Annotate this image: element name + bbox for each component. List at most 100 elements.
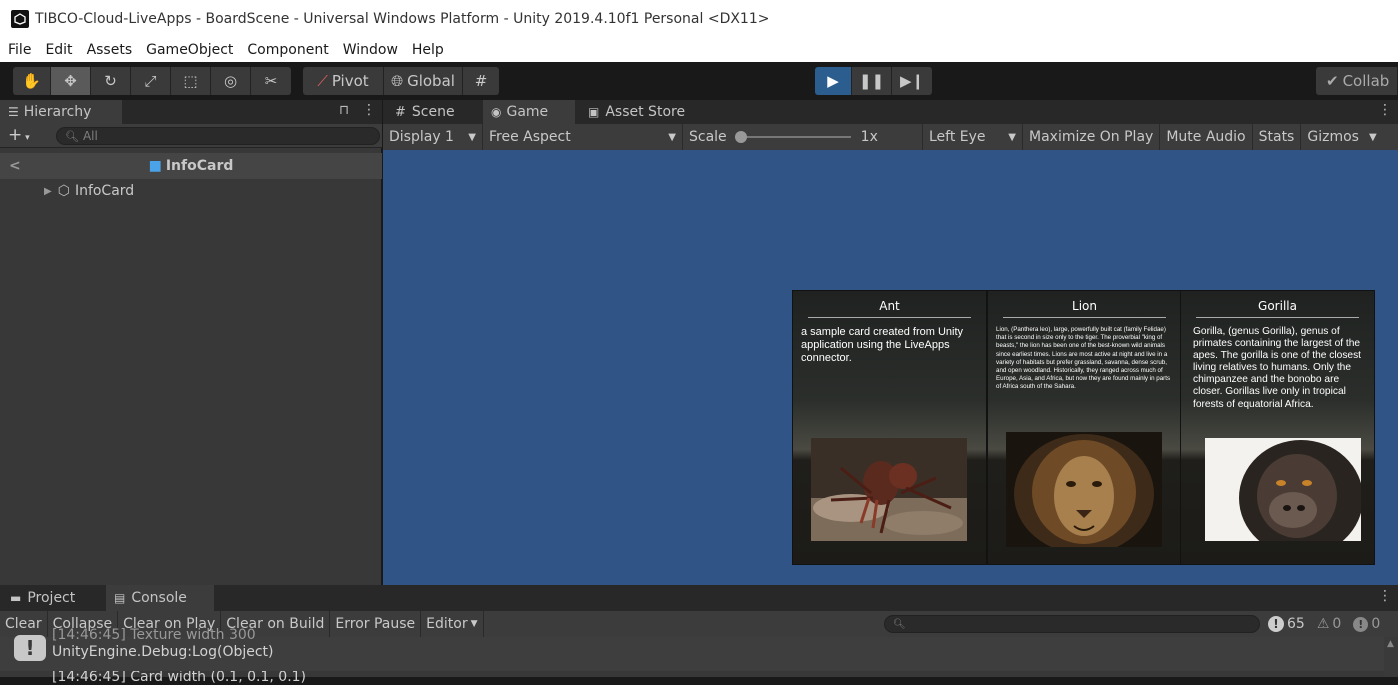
check-icon: ✔ [1326,72,1339,90]
display-dropdown[interactable]: Display 1 ▼ [383,124,483,150]
scale-tool-button[interactable]: ⤢ [131,67,171,95]
maximize-on-play-toggle[interactable]: Maximize On Play [1023,124,1161,150]
gizmos-toggle[interactable]: Gizmos [1301,124,1365,150]
card-description: Gorilla, (genus Gorilla), genus of prima… [1193,326,1362,410]
log-stacktrace: UnityEngine.Debug:Log(Object) [52,644,274,660]
grid-icon: # [474,72,488,90]
step-icon: ▶❙ [899,72,925,90]
pivot-icon: ⟋ [317,72,328,90]
create-dropdown[interactable]: + ▾ [8,125,30,145]
title-bar: TIBCO-Cloud-LiveApps - BoardScene - Univ… [0,0,1398,38]
menu-edit[interactable]: Edit [45,42,72,58]
hierarchy-item-infocard[interactable]: ▶ ⬡ InfoCard [44,180,134,202]
menu-gameobject[interactable]: GameObject [146,42,233,58]
collab-group: ✔ Collab [1316,67,1398,95]
log-counts: ! 65 ⚠ 0 ! 0 [1268,611,1380,637]
rotate-tool-button[interactable]: ↻ [91,67,131,95]
pause-button[interactable]: ❚❚ [852,67,892,95]
scale-slider[interactable] [734,131,851,143]
dropdown-arrow-icon: ▼ [468,131,476,143]
menu-help[interactable]: Help [412,42,444,58]
global-button[interactable]: 🌐︎ Global [384,67,463,95]
menu-file[interactable]: File [8,42,31,58]
error-pause-button[interactable]: Error Pause [330,611,422,637]
asset-store-tab-label: Asset Store [605,104,686,120]
error-count: 0 [1371,616,1381,632]
clear-label: Clear [5,616,42,632]
hierarchy-tabbar: ☰ Hierarchy ⊓ ⋮ [0,100,382,124]
mute-audio-toggle[interactable]: Mute Audio [1160,124,1253,150]
stats-toggle[interactable]: Stats [1253,124,1302,150]
game-viewport[interactable]: Ant a sample card created from Unity app… [383,150,1398,585]
console-log-row[interactable]: [14:46:45] Card width (0.1, 0.1, 0.1) [0,671,1384,685]
error-pause-label: Error Pause [335,616,416,632]
warning-icon: ⚠ [1316,616,1330,632]
tab-asset-store[interactable]: ▣ Asset Store [580,100,700,124]
menu-component[interactable]: Component [247,42,328,58]
move-tool-button[interactable]: ✥ [51,67,91,95]
panel-menu-icon[interactable]: ⋮ [1378,588,1392,604]
ant-image [811,438,967,541]
error-log-toggle[interactable]: ! 0 [1353,616,1380,632]
tab-hierarchy[interactable]: ☰ Hierarchy [0,100,122,124]
move-icon: ✥ [64,72,77,90]
gorilla-image [1205,438,1363,556]
menu-window[interactable]: Window [343,42,398,58]
transform-tool-button[interactable]: ◎ [211,67,251,95]
play-icon: ▶ [827,72,839,90]
transform-icon: ◎ [223,72,238,90]
card-description: a sample card created from Unity applica… [801,326,964,364]
dropdown-arrow-icon: ▼ [470,619,478,629]
aspect-dropdown[interactable]: Free Aspect ▼ [483,124,683,150]
game-panel: # Scene ◉ Game ▣ Asset Store ⋮ Display 1… [383,100,1398,585]
panel-menu-icon[interactable]: ⋮ [362,102,376,118]
scene-header: < ■ InfoCard [0,153,382,179]
step-button[interactable]: ▶❙ [892,67,932,95]
window-title: TIBCO-Cloud-LiveApps - BoardScene - Univ… [35,11,770,27]
info-icon: ! [1268,616,1284,632]
hierarchy-search-input[interactable]: 🔍︎ All [56,127,380,145]
hand-tool-button[interactable]: ✋ [13,67,51,95]
panel-menu-icon[interactable]: ⋮ [1378,102,1392,118]
menu-assets[interactable]: Assets [87,42,133,58]
eye-dropdown[interactable]: Left Eye ▼ [923,124,1023,150]
play-button[interactable]: ▶ [815,67,852,95]
prefab-icon: ■ [148,158,162,174]
expand-arrow-icon[interactable]: ▶ [44,186,52,197]
console-search-input[interactable]: 🔍︎ [884,615,1260,633]
grid-snap-button[interactable]: # [463,67,499,95]
console-scrollbar[interactable]: ▲ [1384,637,1398,677]
grid-icon: # [395,104,406,120]
hand-icon: ✋ [22,72,41,90]
global-label: Global [407,72,455,90]
collab-button[interactable]: ✔ Collab [1316,67,1398,95]
tools-icon: ✂ [264,72,278,90]
handle-toggles: ⟋ Pivot 🌐︎ Global # [303,67,499,95]
log-message: [14:46:45] Card width (0.1, 0.1, 0.1) [52,671,307,685]
scroll-up-icon[interactable]: ▲ [1387,639,1394,649]
warning-log-toggle[interactable]: ⚠ 0 [1317,616,1341,632]
pivot-button[interactable]: ⟋ Pivot [303,67,384,95]
console-icon: ▤ [114,591,126,605]
maximize-label: Maximize On Play [1029,129,1154,145]
tab-scene[interactable]: # Scene [387,100,479,124]
scale-slider-thumb[interactable] [734,131,747,143]
project-tab-label: Project [27,590,76,606]
info-log-toggle[interactable]: ! 65 [1268,616,1305,632]
editor-dropdown[interactable]: Editor ▼ [421,611,484,637]
scale-label: Scale [689,129,727,145]
card-description: Lion, (Panthera leo), large, powerfully … [996,326,1171,391]
tab-console[interactable]: ▤ Console [106,585,214,611]
back-chevron-icon[interactable]: < [9,158,21,174]
pivot-label: Pivot [331,72,369,90]
lock-icon[interactable]: ⊓ [339,103,349,118]
gizmos-label: Gizmos [1307,129,1359,145]
clear-button[interactable]: Clear [0,611,48,637]
scale-value: 1x [860,129,878,145]
tab-game[interactable]: ◉ Game [483,100,575,124]
console-log-row[interactable]: ! [14:46:45] Texture width 300 UnityEngi… [0,627,1384,671]
custom-tool-button[interactable]: ✂ [251,67,291,95]
gizmos-dropdown-icon[interactable]: ▼ [1369,132,1377,143]
tab-project[interactable]: ▬ Project [2,585,102,611]
rect-tool-button[interactable]: ⬚ [171,67,211,95]
